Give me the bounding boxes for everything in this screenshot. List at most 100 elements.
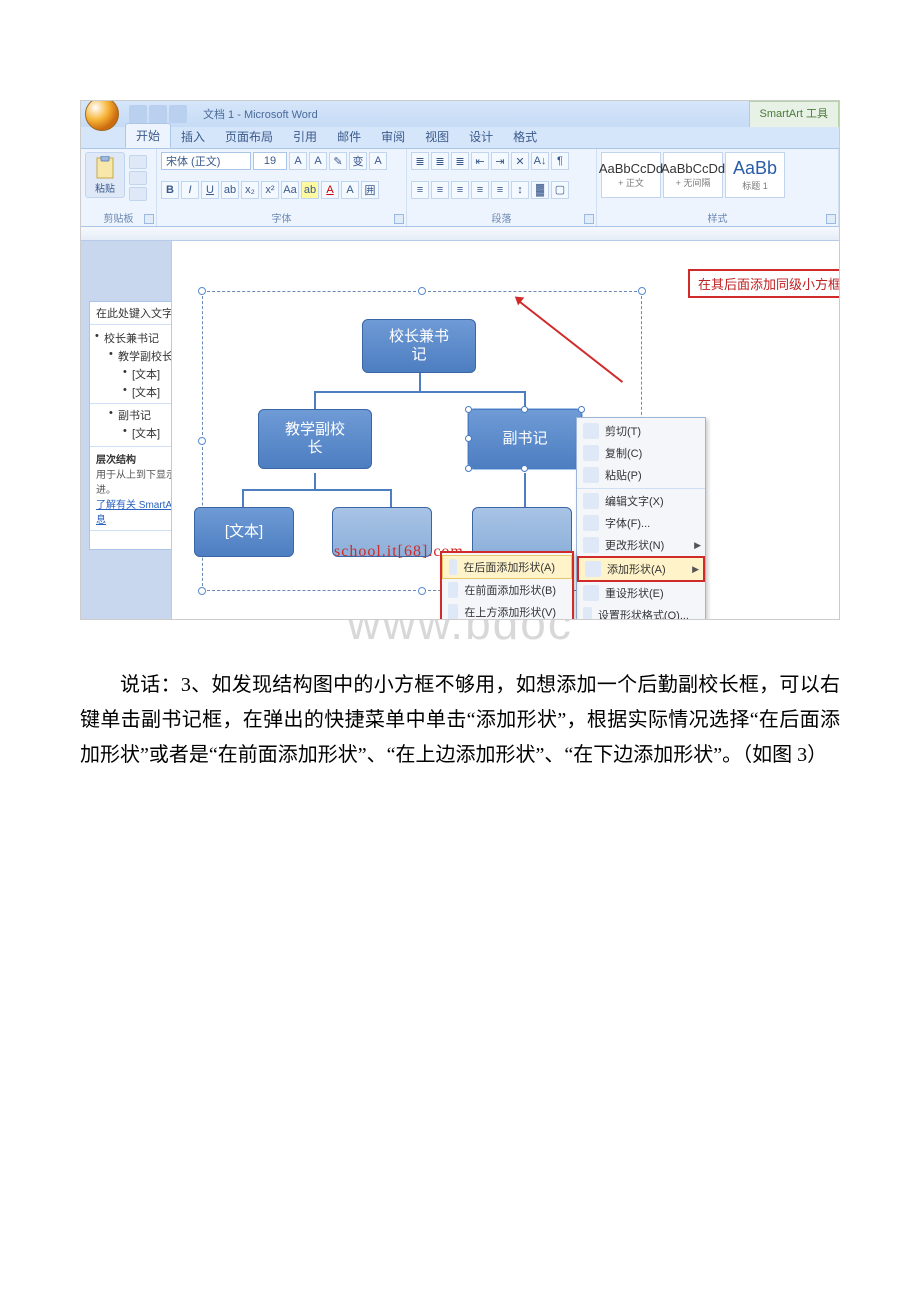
line-spacing-icon[interactable]: ↕ xyxy=(511,181,529,199)
instruction-paragraph: 说话：3、如发现结构图中的小方框不够用，如想添加一个后勤副校长框，可以右键单击副… xyxy=(80,668,840,773)
bold-button[interactable]: B xyxy=(161,181,179,199)
tab-design[interactable]: 设计 xyxy=(459,125,503,148)
char-shading-icon[interactable]: A xyxy=(341,181,359,199)
align-dist-icon[interactable]: ≡ xyxy=(491,181,509,199)
menu-reset-shape[interactable]: 重设形状(E) xyxy=(577,582,705,604)
superscript-icon[interactable]: x² xyxy=(261,181,279,199)
resize-handle[interactable] xyxy=(418,587,426,595)
menu-change-shape[interactable]: 更改形状(N)▶ xyxy=(577,534,705,556)
tab-references[interactable]: 引用 xyxy=(283,125,327,148)
dialog-launcher-icon[interactable] xyxy=(394,214,404,224)
indent-dec-icon[interactable]: ⇤ xyxy=(471,152,489,170)
tab-insert[interactable]: 插入 xyxy=(171,125,215,148)
word-screenshot: 文档 1 - Microsoft Word SmartArt 工具 开始 插入 … xyxy=(80,100,840,620)
style-heading1[interactable]: AaBb 标题 1 xyxy=(725,152,785,198)
resize-handle[interactable] xyxy=(198,587,206,595)
resize-handle[interactable] xyxy=(198,287,206,295)
reset-shape-icon xyxy=(583,585,599,601)
redo-icon[interactable] xyxy=(169,105,187,123)
menu-format-shape[interactable]: 设置形状格式(O)... xyxy=(577,604,705,620)
sort-icon[interactable]: A↓ xyxy=(531,152,549,170)
add-shape-submenu: 在后面添加形状(A) 在前面添加形状(B) 在上方添加形状(V) 在下方添加形状… xyxy=(440,551,574,620)
shading-icon[interactable]: ▓ xyxy=(531,181,549,199)
node-left[interactable]: 教学副校 长 xyxy=(258,409,372,469)
menu-add-shape[interactable]: 添加形状(A)▶ xyxy=(577,556,705,582)
tab-view[interactable]: 视图 xyxy=(415,125,459,148)
group-paragraph: ≣ ≣ ≣ ⇤ ⇥ ✕ A↓ ¶ ≡ ≡ ≡ ≡ ≡ ↕ ▓ ▢ xyxy=(407,149,597,226)
dialog-launcher-icon[interactable] xyxy=(144,214,154,224)
clear-format-icon[interactable]: ✎ xyxy=(329,152,347,170)
resize-handle[interactable] xyxy=(521,406,528,413)
node-root[interactable]: 校长兼书 记 xyxy=(362,319,476,373)
grow-font-icon[interactable]: A xyxy=(289,152,307,170)
connector xyxy=(242,489,392,491)
paste-icon xyxy=(583,467,599,483)
tab-page-layout[interactable]: 页面布局 xyxy=(215,125,283,148)
tab-format[interactable]: 格式 xyxy=(503,125,547,148)
enclose-char-icon[interactable]: A xyxy=(369,152,387,170)
paste-button[interactable]: 粘贴 xyxy=(85,152,125,198)
node-right-selected[interactable]: 副书记 xyxy=(468,409,582,469)
menu-edit-text[interactable]: 编辑文字(X) xyxy=(577,488,705,512)
menu-font[interactable]: 字体(F)... xyxy=(577,512,705,534)
undo-icon[interactable] xyxy=(149,105,167,123)
tab-home[interactable]: 开始 xyxy=(125,123,171,148)
font-size-dropdown[interactable]: 19 xyxy=(253,152,287,170)
shape-icon xyxy=(449,559,457,575)
resize-handle[interactable] xyxy=(521,465,528,472)
resize-handle[interactable] xyxy=(465,435,472,442)
dialog-launcher-icon[interactable] xyxy=(826,214,836,224)
format-painter-icon[interactable] xyxy=(129,187,147,201)
subscript-icon[interactable]: x₂ xyxy=(241,181,259,199)
align-center-icon[interactable]: ≡ xyxy=(431,181,449,199)
submenu-add-before[interactable]: 在前面添加形状(B) xyxy=(442,579,572,601)
show-marks-icon[interactable]: ¶ xyxy=(551,152,569,170)
tab-mailings[interactable]: 邮件 xyxy=(327,125,371,148)
char-border-icon[interactable]: 囲 xyxy=(361,181,379,199)
bullets-icon[interactable]: ≣ xyxy=(411,152,429,170)
submenu-add-above[interactable]: 在上方添加形状(V) xyxy=(442,601,572,620)
italic-button[interactable]: I xyxy=(181,181,199,199)
strike-icon[interactable]: ab xyxy=(221,181,239,199)
underline-button[interactable]: U xyxy=(201,181,219,199)
font-color-icon[interactable]: A xyxy=(321,181,339,199)
align-left-icon[interactable]: ≡ xyxy=(411,181,429,199)
shrink-font-icon[interactable]: A xyxy=(309,152,327,170)
indent-inc-icon[interactable]: ⇥ xyxy=(491,152,509,170)
node-child[interactable] xyxy=(472,507,572,557)
menu-cut[interactable]: 剪切(T) xyxy=(577,420,705,442)
resize-handle[interactable] xyxy=(465,406,472,413)
paste-label: 粘贴 xyxy=(95,180,115,195)
dialog-launcher-icon[interactable] xyxy=(584,214,594,224)
numbering-icon[interactable]: ≣ xyxy=(431,152,449,170)
node-child[interactable]: [文本] xyxy=(194,507,294,557)
highlight-icon[interactable]: ab xyxy=(301,181,319,199)
borders-icon[interactable]: ▢ xyxy=(551,181,569,199)
align-right-icon[interactable]: ≡ xyxy=(451,181,469,199)
copy-icon[interactable] xyxy=(129,171,147,185)
resize-handle[interactable] xyxy=(465,465,472,472)
cut-icon[interactable] xyxy=(129,155,147,169)
group-label: 字体 xyxy=(161,209,402,226)
connector xyxy=(314,391,526,393)
phonetic-icon[interactable]: 变 xyxy=(349,152,367,170)
menu-copy[interactable]: 复制(C) xyxy=(577,442,705,464)
align-justify-icon[interactable]: ≡ xyxy=(471,181,489,199)
save-icon[interactable] xyxy=(129,105,147,123)
text-pane-title: 在此处键入文字 xyxy=(96,305,173,321)
resize-handle[interactable] xyxy=(638,287,646,295)
resize-handle[interactable] xyxy=(198,437,206,445)
menu-paste[interactable]: 粘贴(P) xyxy=(577,464,705,486)
ribbon: 粘贴 剪贴板 宋体 (正文) 19 A A ✎ 变 xyxy=(81,149,839,227)
tab-review[interactable]: 审阅 xyxy=(371,125,415,148)
change-case-icon[interactable]: Aa xyxy=(281,181,299,199)
resize-handle[interactable] xyxy=(578,406,585,413)
shape-icon xyxy=(448,604,458,620)
style-normal[interactable]: AaBbCcDd + 正文 xyxy=(601,152,661,198)
asian-layout-icon[interactable]: ✕ xyxy=(511,152,529,170)
multilevel-icon[interactable]: ≣ xyxy=(451,152,469,170)
font-name-dropdown[interactable]: 宋体 (正文) xyxy=(161,152,251,170)
style-no-spacing[interactable]: AaBbCcDd + 无间隔 xyxy=(663,152,723,198)
submenu-add-after[interactable]: 在后面添加形状(A) xyxy=(442,555,572,579)
resize-handle[interactable] xyxy=(418,287,426,295)
